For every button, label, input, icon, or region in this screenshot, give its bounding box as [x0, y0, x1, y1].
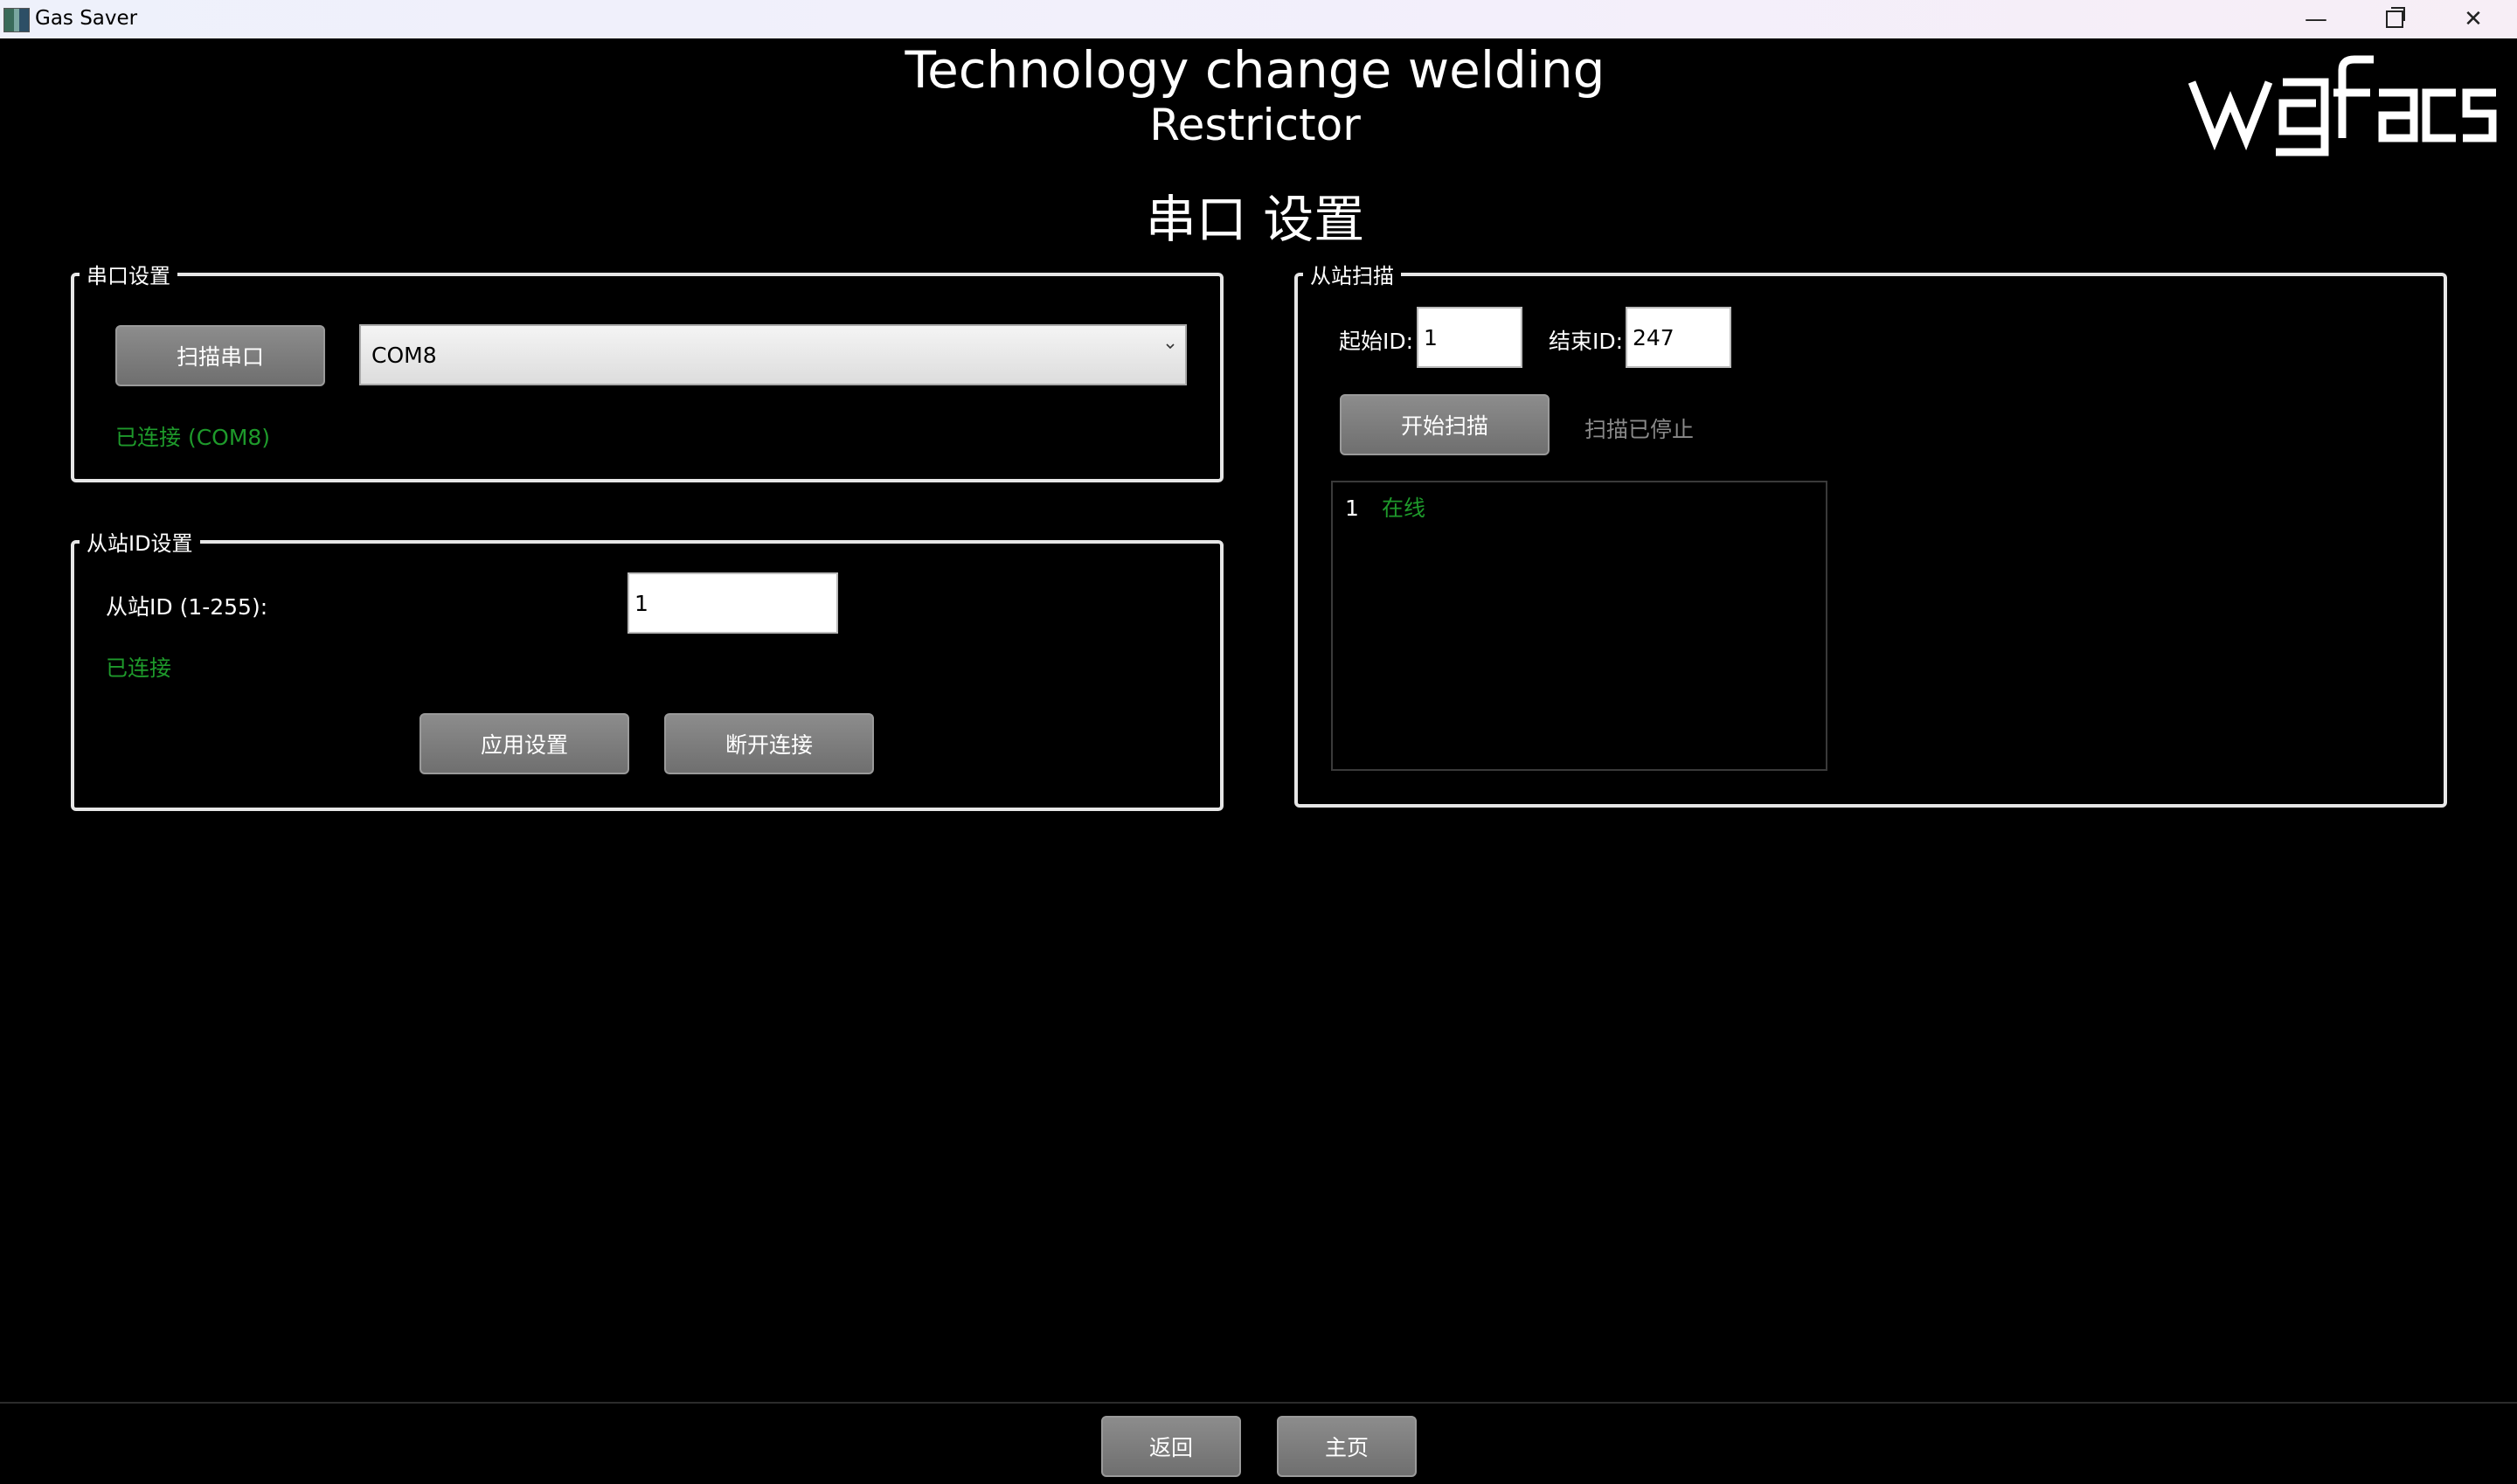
serial-status: 已连接 (COM8): [115, 425, 271, 450]
slave-id-group: 从站ID设置: [71, 526, 1224, 811]
window-titlebar: Gas Saver — ✕: [0, 0, 2517, 38]
slave-id-label: 从站ID (1-255):: [106, 594, 268, 620]
start-id-input[interactable]: [1417, 307, 1522, 368]
window-title: Gas Saver: [35, 7, 138, 30]
list-item[interactable]: 1 在线: [1345, 491, 1425, 523]
end-id-label: 结束ID:: [1549, 329, 1624, 354]
start-id-label: 起始ID:: [1339, 329, 1414, 354]
app-icon: [3, 8, 30, 32]
end-id-input[interactable]: [1626, 307, 1731, 368]
restore-icon: [2386, 7, 2405, 28]
app-subtitle: Restrictor: [1149, 100, 1361, 150]
maximize-button[interactable]: [2354, 0, 2435, 38]
apply-settings-button[interactable]: 应用设置: [420, 713, 629, 774]
close-button[interactable]: ✕: [2433, 0, 2514, 38]
back-button[interactable]: 返回: [1101, 1416, 1241, 1477]
footer-divider: [0, 1402, 2517, 1404]
home-button[interactable]: 主页: [1277, 1416, 1417, 1477]
scan-results-list[interactable]: 1 在线: [1331, 481, 1827, 771]
chevron-down-icon: [1166, 343, 1175, 350]
wgfacs-logo: wgfacs: [2188, 55, 2497, 158]
serial-settings-title: 串口设置: [87, 264, 170, 288]
minimize-button[interactable]: —: [2276, 0, 2356, 38]
port-select[interactable]: COM8: [359, 324, 1187, 385]
scan-ports-button[interactable]: 扫描串口: [115, 325, 325, 386]
slave-scan-title: 从站扫描: [1310, 264, 1394, 288]
slave-status: 已连接: [106, 655, 172, 681]
slave-id-title: 从站ID设置: [87, 531, 193, 556]
close-icon: ✕: [2464, 6, 2483, 32]
result-id: 1: [1345, 496, 1359, 521]
port-select-value: COM8: [371, 342, 437, 368]
minimize-icon: —: [2305, 6, 2327, 32]
page-title: 串口 设置: [1145, 190, 1365, 249]
app-title: Technology change welding: [905, 40, 1605, 100]
logo-text: wgfacs: [2342, 156, 2346, 158]
result-state: 在线: [1381, 496, 1425, 521]
start-scan-button[interactable]: 开始扫描: [1340, 394, 1550, 455]
slave-id-input[interactable]: [628, 572, 838, 634]
scan-status: 扫描已停止: [1584, 417, 1695, 442]
disconnect-button[interactable]: 断开连接: [664, 713, 874, 774]
